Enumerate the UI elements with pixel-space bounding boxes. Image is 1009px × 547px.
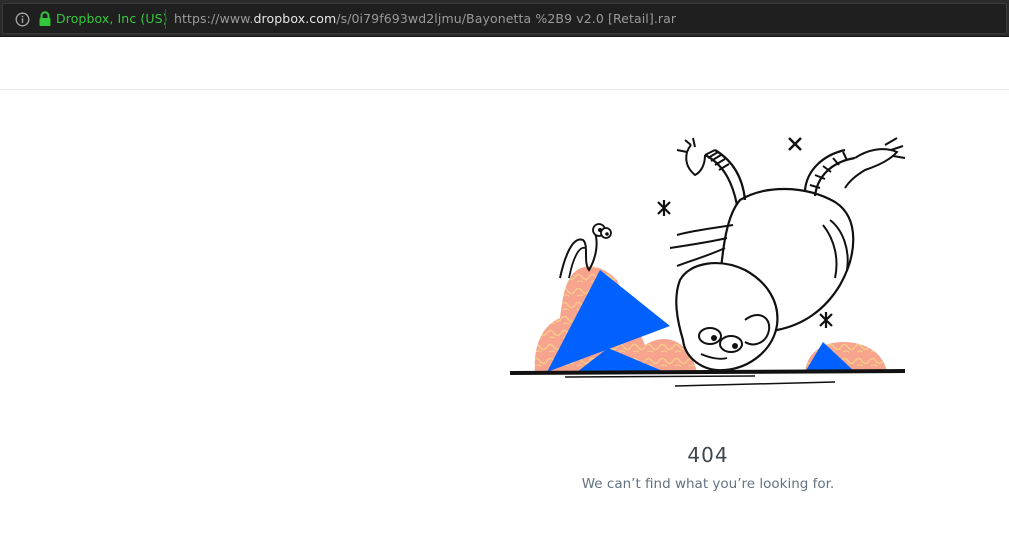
upside-down-character-illustration xyxy=(509,137,906,387)
url-domain: dropbox.com xyxy=(253,11,337,26)
url-divider xyxy=(165,9,166,29)
url-path: /s/0i79f693wd2ljmu/Bayonetta %2B9 v2.0 [… xyxy=(336,11,677,26)
browser-address-bar: Dropbox, Inc (US) https://www.dropbox.co… xyxy=(0,0,1009,37)
url-field[interactable]: Dropbox, Inc (US) https://www.dropbox.co… xyxy=(2,3,1007,34)
url-prefix: https://www. xyxy=(174,11,254,26)
page-header xyxy=(0,38,1009,90)
dizzy-star xyxy=(788,137,802,151)
ground-line xyxy=(509,369,906,375)
url-text[interactable]: https://www.dropbox.com/s/0i79f693wd2ljm… xyxy=(174,11,676,26)
error-message: We can’t find what you’re looking for. xyxy=(581,476,835,492)
lock-icon[interactable] xyxy=(38,11,52,27)
site-identity[interactable]: Dropbox, Inc (US) xyxy=(56,11,168,26)
error-code: 404 xyxy=(687,443,729,467)
info-icon[interactable] xyxy=(15,12,30,27)
